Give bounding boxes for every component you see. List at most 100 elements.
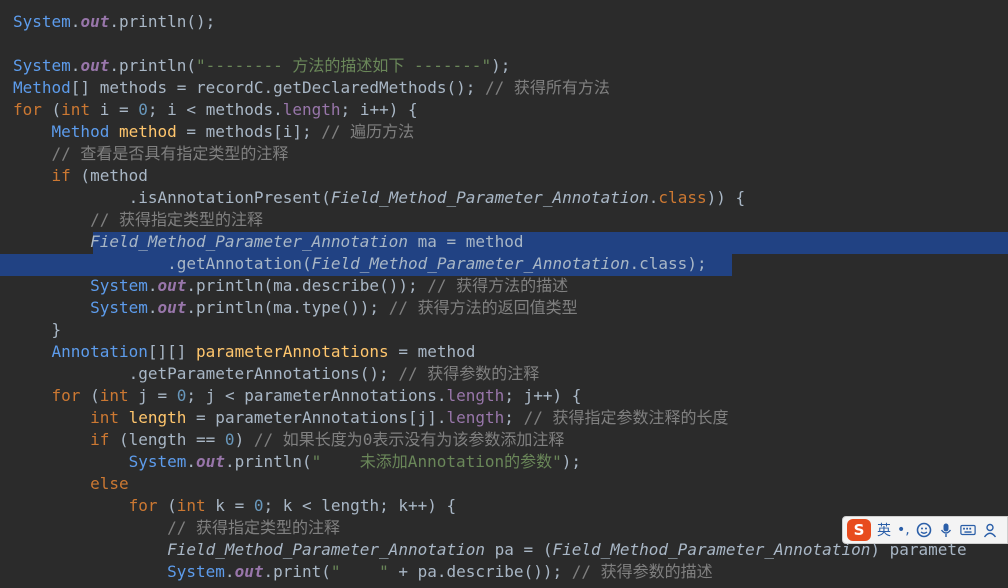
code-token: (length == (109, 430, 225, 449)
code-token: out (196, 452, 225, 471)
code-token: . (224, 562, 235, 581)
ime-mode-label[interactable]: 英 (877, 520, 891, 540)
code-line[interactable]: // 获得指定类型的注释 (0, 209, 1008, 231)
code-line[interactable]: else (0, 473, 1008, 495)
code-line[interactable]: for (int j = 0; j < parameterAnnotations… (0, 385, 1008, 407)
code-token: " " (330, 562, 389, 581)
code-line[interactable]: System.out.println(); (0, 11, 1008, 33)
code-token: length (446, 386, 505, 405)
code-token: Field_Method_Parameter_Annotation (330, 188, 649, 207)
code-token: Field_Method_Parameter_Annotation (552, 540, 871, 559)
code-line[interactable]: if (length == 0) // 如果长度为0表示没有为该参数添加注释 (0, 429, 1008, 451)
code-token: pa = ( (485, 540, 553, 559)
code-line[interactable]: Annotation[][] parameterAnnotations = me… (0, 341, 1008, 363)
code-token: System (13, 56, 71, 75)
code-token: class (658, 188, 707, 207)
code-token: = methods[i]; (176, 122, 322, 141)
code-token: k = (205, 496, 254, 515)
code-token: ; j++) { (504, 386, 582, 405)
code-token: for (13, 100, 42, 119)
code-line[interactable]: for (int i = 0; i < methods.length; i++)… (0, 99, 1008, 121)
code-token: } (13, 320, 62, 339)
code-editor[interactable]: System.out.println(); System.out.println(… (0, 0, 1008, 588)
code-line[interactable]: System.out.print(" " + pa.describe()); /… (0, 561, 1008, 583)
sogou-logo-icon[interactable]: S (847, 519, 871, 541)
code-token: out (80, 12, 110, 31)
code-line[interactable]: System.out.println(ma.type()); // 获得方法的返… (0, 297, 1008, 319)
code-token: .print( (263, 562, 331, 581)
code-token: ; i++) { (340, 100, 418, 119)
code-token: i = (90, 100, 139, 119)
code-token: // 获得指定类型的注释 (90, 210, 263, 229)
code-token: Field_Method_Parameter_Annotation (167, 540, 486, 559)
code-line[interactable]: System.out.println(ma.describe()); // 获得… (0, 275, 1008, 297)
code-token: parameterAnnotations (196, 342, 389, 361)
microphone-icon[interactable] (938, 522, 954, 538)
code-token: "-------- 方法的描述如下 -------" (196, 56, 492, 75)
code-token: Field_Method_Parameter_Annotation (90, 232, 408, 251)
code-token: out (80, 56, 110, 75)
code-token: .class); (629, 254, 707, 273)
code-token: . (70, 56, 81, 75)
code-token: [][] (147, 342, 197, 361)
code-line[interactable]: Method method = methods[i]; // 遍历方法 (0, 121, 1008, 143)
code-line[interactable]: } (0, 319, 1008, 341)
code-line[interactable]: System.out.println(" 未添加Annotation的参数"); (0, 451, 1008, 473)
code-line[interactable] (0, 33, 1008, 55)
code-token: + pa.describe()); (388, 562, 572, 581)
code-token: length (128, 408, 187, 427)
code-token: method (118, 122, 177, 141)
code-token: // 获得指定参数注释的长度 (523, 408, 729, 427)
ime-toolbar[interactable]: S 英 •, (842, 516, 1008, 544)
code-line[interactable]: Field_Method_Parameter_Annotation ma = m… (0, 231, 1008, 253)
code-line[interactable]: System.out.println("-------- 方法的描述如下 ---… (0, 55, 1008, 77)
code-token: length (446, 408, 505, 427)
code-line[interactable]: .getParameterAnnotations(); // 获得参数的注释 (0, 363, 1008, 385)
code-token: // 获得指定类型的注释 (167, 518, 341, 537)
code-token: if (90, 430, 110, 449)
code-token: // 遍历方法 (321, 122, 415, 141)
code-token: " 未添加Annotation的参数" (311, 452, 562, 471)
code-token: 0 (176, 386, 187, 405)
code-line[interactable]: .isAnnotationPresent(Field_Method_Parame… (0, 187, 1008, 209)
code-line[interactable]: // 查看是否具有指定类型的注释 (0, 143, 1008, 165)
code-token: ( (41, 100, 62, 119)
code-line[interactable]: Method[] methods = recordC.getDeclaredMe… (0, 77, 1008, 99)
code-token: out (157, 276, 187, 295)
code-token: ; j < parameterAnnotations. (186, 386, 447, 405)
code-token: Method (13, 78, 71, 97)
ime-punct-label[interactable]: •, (897, 522, 910, 538)
code-line[interactable]: .getAnnotation(Field_Method_Parameter_An… (0, 253, 1008, 275)
code-line[interactable]: for (int k = 0; k < length; k++) { (0, 495, 1008, 517)
code-token: // 获得参数的注释 (398, 364, 540, 383)
code-token: . (186, 452, 197, 471)
code-line[interactable]: if (method (0, 165, 1008, 187)
code-token: (method (70, 166, 148, 185)
code-token: Field_Method_Parameter_Annotation (311, 254, 630, 273)
keyboard-icon[interactable] (959, 522, 976, 538)
code-token: 0 (224, 430, 235, 449)
code-token: )) { (706, 188, 746, 207)
code-token: . (147, 298, 158, 317)
code-token: .getAnnotation( (13, 254, 312, 273)
code-token: // 获得方法的描述 (427, 276, 569, 295)
code-token: ); (491, 56, 511, 75)
code-token: .getParameterAnnotations(); (13, 364, 399, 383)
code-token: out (234, 562, 264, 581)
user-icon[interactable] (982, 522, 998, 538)
emoji-icon[interactable] (916, 522, 932, 538)
code-token: ma = method (407, 232, 524, 251)
code-token: ( (157, 496, 177, 515)
code-token: .println(); (109, 12, 216, 31)
code-token: System (90, 276, 148, 295)
code-token: .isAnnotationPresent( (13, 188, 331, 207)
code-line[interactable]: int length = parameterAnnotations[j].len… (0, 407, 1008, 429)
code-token: . (147, 276, 158, 295)
